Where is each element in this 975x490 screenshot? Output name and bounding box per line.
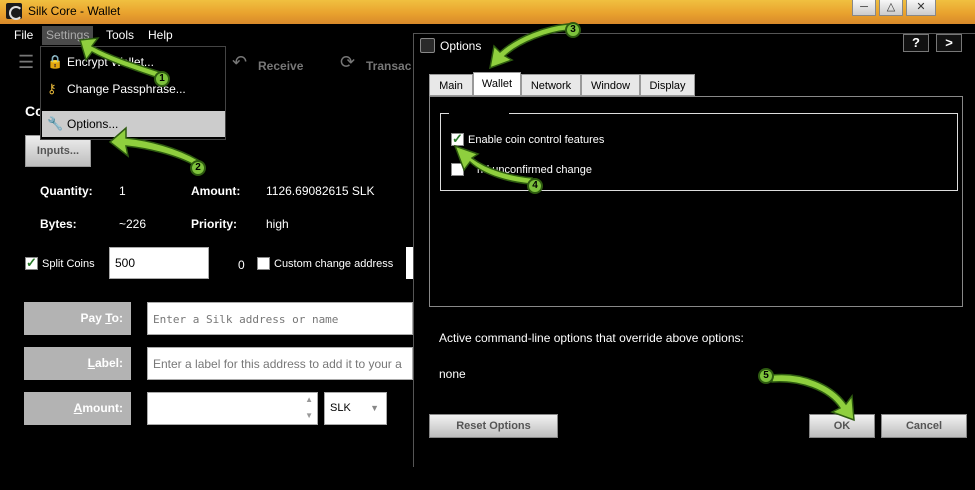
amount-value: 1126.69082615 SLK [266, 184, 375, 198]
pay-to-label-text: Pay [80, 311, 106, 325]
pay-to-label: Pay To: [24, 302, 131, 335]
custom-change-label: Custom change address [274, 258, 394, 270]
spend-unconfirmed-label: nd unconfirmed change [477, 164, 592, 176]
tab-window[interactable]: Window [581, 74, 640, 96]
transactions-icon: ⟳ [340, 52, 356, 72]
tab-wallet[interactable]: Wallet [473, 72, 521, 96]
override-options-value: none [439, 367, 466, 381]
window-title: Silk Core - Wallet [28, 4, 121, 18]
split-count: 0 [238, 258, 245, 272]
lock-icon: 🔒 [47, 54, 64, 69]
amount-input[interactable]: ▲ ▼ [147, 392, 318, 425]
step-badge-3: 3 [565, 22, 581, 38]
menu-options[interactable]: 🔧 Options... [42, 111, 225, 137]
tab-main[interactable]: Main [429, 74, 473, 96]
coin-control-group: Enable coin control features nd unconfir… [440, 112, 958, 191]
menu-file[interactable]: File [14, 28, 33, 42]
wallet-tab-panel: Enable coin control features nd unconfir… [429, 96, 963, 307]
options-title: Options [440, 39, 482, 53]
options-dialog: Options ? > Main Wallet Network Window D… [413, 33, 975, 467]
spend-unconfirmed-checkbox[interactable] [451, 163, 464, 176]
reset-options-button[interactable]: Reset Options [429, 414, 558, 438]
quantity-label: Quantity: [40, 184, 93, 198]
override-options-label: Active command-line options that overrid… [439, 331, 744, 345]
split-amount-input[interactable]: 500 [109, 247, 209, 279]
silk-logo-icon [6, 3, 23, 20]
menu-help[interactable]: Help [148, 28, 173, 42]
amount-field-label: Amount: [24, 392, 131, 425]
label-label-text: abel: [94, 356, 123, 370]
ok-button[interactable]: OK [809, 414, 875, 438]
menu-encrypt-wallet[interactable]: 🔒 Encrypt Wallet... [42, 49, 225, 75]
silk-logo-icon [420, 38, 435, 53]
quantity-value: 1 [119, 184, 126, 198]
next-button[interactable]: > [936, 34, 962, 52]
priority-value: high [266, 217, 289, 231]
receive-tab[interactable]: Receive [258, 59, 303, 73]
menu-options-label: Options... [67, 117, 119, 131]
cancel-button[interactable]: Cancel [881, 414, 967, 438]
step-badge-4: 4 [527, 178, 543, 194]
split-coins-label: Split Coins [42, 258, 95, 270]
menu-encrypt-wallet-label: Encrypt Wallet... [67, 55, 154, 69]
menu-settings[interactable]: Settings [42, 26, 94, 45]
step-badge-1: 1 [154, 71, 170, 87]
minimize-button[interactable]: ─ [852, 0, 876, 16]
title-bar: Silk Core - Wallet ─ △ ✕ [0, 0, 975, 24]
options-title-bar: Options ? > [414, 34, 975, 58]
receive-icon: ↶ [232, 52, 248, 72]
enable-coin-control-label: Enable coin control features [468, 134, 605, 146]
unit-select[interactable]: SLK ▼ [324, 392, 387, 425]
tab-network[interactable]: Network [521, 74, 581, 96]
step-badge-5: 5 [758, 368, 774, 384]
tab-display[interactable]: Display [640, 74, 695, 96]
unit-select-value: SLK [330, 402, 351, 414]
menu-change-passphrase[interactable]: ⚷ Change Passphrase... [42, 76, 225, 102]
wrench-icon: 🔧 [47, 116, 64, 131]
help-button[interactable]: ? [903, 34, 929, 52]
bytes-value: ~226 [119, 217, 147, 231]
amount-label: Amount: [191, 184, 241, 198]
priority-label: Priority: [191, 217, 238, 231]
pay-to-label-suffix: o: [111, 311, 123, 325]
settings-dropdown: 🔒 Encrypt Wallet... ⚷ Change Passphrase.… [40, 46, 226, 140]
label-label: Label: [24, 347, 131, 380]
chevron-down-icon: ▼ [370, 403, 379, 413]
spin-up-icon[interactable]: ▲ [305, 395, 313, 404]
transactions-tab[interactable]: Transac [366, 59, 411, 73]
custom-change-checkbox[interactable] [257, 257, 270, 270]
bytes-label: Bytes: [40, 217, 77, 231]
amount-label-text: mount: [82, 401, 123, 415]
split-coins-checkbox[interactable] [25, 255, 38, 271]
label-label-mnemonic: L [87, 356, 95, 370]
step-badge-2: 2 [190, 160, 206, 176]
spin-down-icon[interactable]: ▼ [305, 411, 313, 420]
close-button[interactable]: ✕ [906, 0, 936, 16]
enable-coin-control-checkbox[interactable] [451, 131, 464, 147]
menu-tools[interactable]: Tools [106, 28, 134, 42]
maximize-button[interactable]: △ [879, 0, 903, 16]
group-title-gap [449, 112, 509, 115]
pay-to-input[interactable]: Enter a Silk address or name [147, 302, 413, 335]
label-input[interactable]: Enter a label for this address to add it… [147, 347, 413, 380]
overview-icon[interactable]: ☰ [18, 52, 34, 73]
key-icon: ⚷ [47, 81, 57, 96]
